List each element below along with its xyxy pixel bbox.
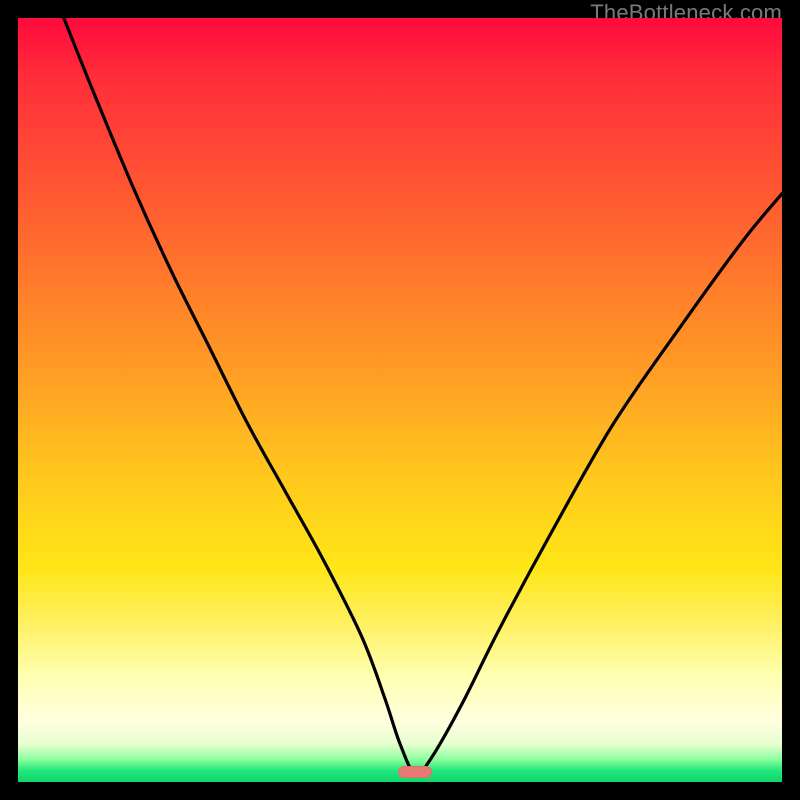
optimal-marker — [398, 766, 432, 778]
plot-area — [18, 18, 782, 782]
chart-frame: TheBottleneck.com — [0, 0, 800, 800]
curve-path — [64, 18, 782, 775]
bottleneck-curve — [18, 18, 782, 782]
